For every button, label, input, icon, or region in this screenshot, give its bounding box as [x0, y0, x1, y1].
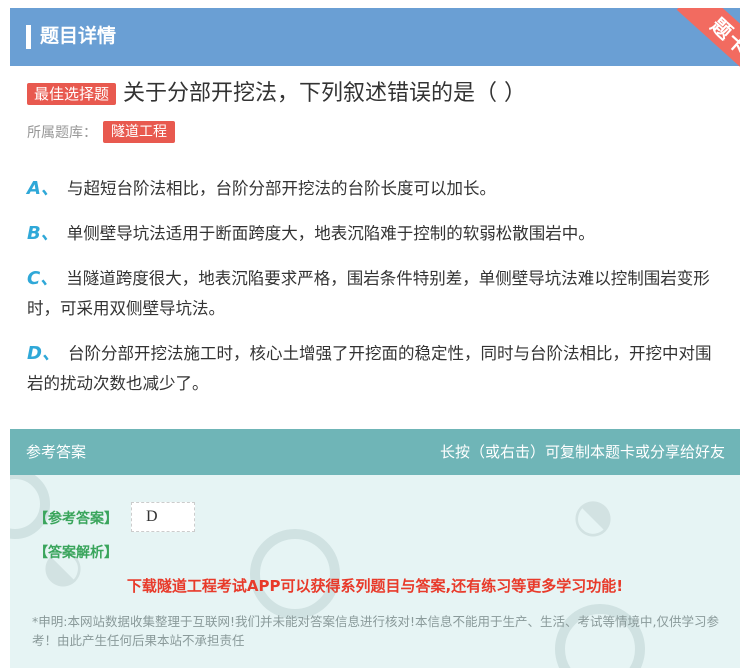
header-title: 题目详情: [40, 25, 117, 47]
library-row: 所属题库： 隧道工程: [27, 120, 175, 144]
option-text: 单侧壁导坑法适用于断面跨度大，地表沉陷难于控制的软弱松散围岩中。: [66, 224, 595, 243]
share-hint: 长按（或右击）可复制本题卡或分享给好友: [439, 443, 725, 461]
answer-header-title: 参考答案: [26, 443, 87, 461]
answer-header: 参考答案 长按（或右击）可复制本题卡或分享给好友: [10, 429, 740, 475]
option-letter: A、: [27, 178, 59, 199]
download-app-link[interactable]: 下载隧道工程考试APP可以获得系列题目与答案,还有练习等更多学习功能!: [10, 575, 740, 597]
answer-section: ◐ ◑ 参考答案 长按（或右击）可复制本题卡或分享给好友 【参考答案】 D 【答…: [10, 429, 740, 668]
ribbon-corner: 题卡: [650, 8, 740, 78]
library-label: 所属题库：: [27, 125, 97, 141]
watermark-logo-icon: [250, 529, 340, 619]
reference-answer-value: D: [131, 502, 195, 532]
option-c[interactable]: C、 当隧道跨度很大，地表沉陷要求严格，围岩条件特别差，单侧壁导坑法难以控制围岩变…: [27, 264, 727, 324]
disclaimer-text: *申明:本网站数据收集整理于互联网!我们并未能对答案信息进行核对!本信息不能用于…: [32, 614, 719, 648]
option-letter: C、: [27, 268, 59, 289]
answer-analysis-label: 【答案解析】: [34, 545, 118, 561]
question-row: 最佳选择题 关于分部开挖法，下列叙述错误的是（ ）: [27, 78, 526, 110]
option-letter: D、: [27, 343, 60, 364]
option-text: 台阶分部开挖法施工时，核心土增强了开挖面的稳定性，同时与台阶法相比，开挖中对围岩…: [27, 344, 712, 393]
question-text: 关于分部开挖法，下列叙述错误的是（ ）: [123, 81, 527, 106]
question-card: 题目详情 题卡 最佳选择题 关于分部开挖法，下列叙述错误的是（ ） 所属题库： …: [10, 8, 740, 668]
ribbon-label: 题卡: [676, 8, 740, 78]
option-b[interactable]: B、 单侧壁导坑法适用于断面跨度大，地表沉陷难于控制的软弱松散围岩中。: [27, 219, 727, 249]
option-text: 与超短台阶法相比，台阶分部开挖法的台阶长度可以加长。: [66, 179, 496, 198]
reference-answer-label: 【参考答案】: [34, 511, 118, 527]
option-a[interactable]: A、 与超短台阶法相比，台阶分部开挖法的台阶长度可以加长。: [27, 174, 727, 204]
card-header: 题目详情 题卡: [10, 8, 740, 78]
option-letter: B、: [27, 223, 59, 244]
watermark-glyph: ◑: [556, 482, 624, 550]
library-tag[interactable]: 隧道工程: [103, 121, 175, 143]
option-text: 当隧道跨度很大，地表沉陷要求严格，围岩条件特别差，单侧壁导坑法难以控制围岩变形时…: [27, 269, 710, 318]
header-accent-bar: [26, 25, 31, 49]
question-type-tag: 最佳选择题: [27, 83, 117, 105]
option-d[interactable]: D、 台阶分部开挖法施工时，核心土增强了开挖面的稳定性，同时与台阶法相比，开挖中对…: [27, 339, 727, 399]
